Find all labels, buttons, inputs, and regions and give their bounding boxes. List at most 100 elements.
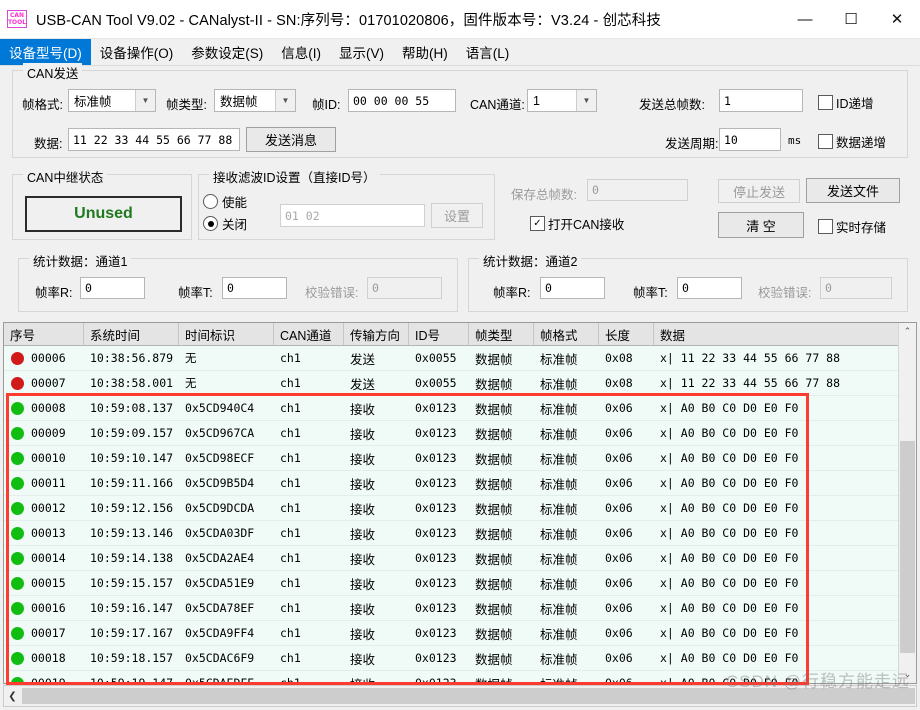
cell-ftype: 数据帧 (475, 602, 513, 617)
cell-time: 10:59:16.147 (90, 601, 174, 615)
saved-frames-input: 0 (587, 179, 688, 201)
send-file-button[interactable]: 发送文件 (806, 178, 900, 203)
table-header-8[interactable]: 长度 (599, 323, 654, 345)
cell-ch: ch1 (280, 501, 301, 515)
table-row[interactable]: 00014 10:59:14.138 0x5CDA2AE4 ch1 接收 0x0123 数据… (4, 546, 916, 571)
cell-len: 0x06 (605, 426, 633, 440)
realtime-store-label: 实时存储 (836, 221, 887, 235)
cell-id: 0x0123 (415, 601, 457, 615)
table-header-1[interactable]: 系统时间 (84, 323, 179, 345)
cell-fformat: 标准帧 (540, 602, 578, 617)
can-channel-label: CAN通道: (470, 98, 525, 112)
table-header-0[interactable]: 序号 (4, 323, 84, 345)
chevron-down-icon[interactable]: ▼ (275, 90, 295, 111)
minimize-button[interactable]: — (782, 0, 828, 38)
table-row[interactable]: 00010 10:59:10.147 0x5CD98ECF ch1 接收 0x0123 数据… (4, 446, 916, 471)
table-row[interactable]: 00013 10:59:13.146 0x5CDA03DF ch1 接收 0x0123 数据… (4, 521, 916, 546)
table-header-4[interactable]: 传输方向 (344, 323, 409, 345)
frame-id-input[interactable]: 00 00 00 55 (348, 89, 456, 112)
cell-ftype: 数据帧 (475, 402, 513, 417)
table-header-3[interactable]: CAN通道 (274, 323, 344, 345)
filter-disable-radio[interactable]: 关闭 (203, 214, 247, 233)
send-message-button[interactable]: 发送消息 (246, 127, 336, 152)
menu-item-device-model[interactable]: 设备型号(D) (0, 39, 91, 65)
cell-len: 0x08 (605, 351, 633, 365)
ch2-check-error-value: 0 (820, 277, 892, 299)
data-increment-checkbox[interactable]: 数据递增 (818, 132, 886, 151)
message-table[interactable]: 序号 系统时间 时间标识 CAN通道 传输方向 ID号 帧类型 帧格式 长度 数据 00006 10… (3, 322, 917, 684)
receive-status-dot-icon (11, 426, 24, 440)
cell-fformat: 标准帧 (540, 652, 578, 667)
menu-item-help[interactable]: 帮助(H) (393, 39, 457, 65)
cell-ftype: 数据帧 (469, 671, 534, 684)
table-row[interactable]: 00009 10:59:09.157 0x5CD967CA ch1 接收 0x0123 数据… (4, 421, 916, 446)
close-button[interactable]: ✕ (874, 0, 920, 38)
table-row[interactable]: 00006 10:38:56.879 无 ch1 发送 0x0055 数据帧 标准帧 0x08 x… (4, 346, 916, 371)
cell-index: 00006 (31, 351, 66, 365)
table-header-9[interactable]: 数据 (654, 323, 899, 345)
filter-set-button[interactable]: 设置 (431, 203, 483, 228)
open-can-receive-checkbox[interactable]: ✓ 打开CAN接收 (530, 214, 624, 233)
stats-channel2-legend: 统计数据：通道2 (479, 251, 582, 270)
can-channel-combo[interactable]: 1 ▼ (527, 89, 597, 112)
menu-item-language[interactable]: 语言(L) (457, 39, 519, 65)
frame-format-combo[interactable]: 标准帧 ▼ (68, 89, 156, 112)
cell-len: 0x06 (605, 676, 633, 684)
radio-circle (203, 194, 218, 209)
frame-type-label: 帧类型: (166, 98, 207, 112)
cell-dir: 发送 (350, 352, 376, 367)
vertical-scrollbar[interactable]: ⌃ ⌄ (898, 323, 916, 683)
frame-type-combo[interactable]: 数据帧 ▼ (214, 89, 296, 112)
table-row[interactable]: 00012 10:59:12.156 0x5CD9DCDA ch1 接收 0x0123 数据… (4, 496, 916, 521)
cell-ftype: 数据帧 (475, 652, 513, 667)
table-body[interactable]: 00006 10:38:56.879 无 ch1 发送 0x0055 数据帧 标准帧 0x08 x… (4, 346, 916, 684)
vertical-scroll-thumb[interactable] (900, 441, 915, 653)
stop-send-button[interactable]: 停止发送 (718, 179, 800, 203)
table-row[interactable]: 00015 10:59:15.157 0x5CDA51E9 ch1 接收 0x0123 数据… (4, 571, 916, 596)
id-increment-checkbox[interactable]: ID递增 (818, 93, 874, 112)
cell-index: 00010 (31, 451, 66, 465)
chevron-down-icon[interactable]: ▼ (576, 90, 596, 111)
cell-len: 0x06 (605, 626, 633, 640)
filter-enable-radio[interactable]: 使能 (203, 192, 247, 211)
cell-data: x| 11 22 33 44 55 66 77 88 (660, 376, 841, 390)
cell-data: x| A0 B0 C0 D0 E0 F0 (660, 601, 799, 615)
cell-stamp: 0x5CD940C4 (185, 401, 255, 415)
table-row[interactable]: 00007 10:38:58.001 无 ch1 发送 0x0055 数据帧 标准帧 0x08 x… (4, 371, 916, 396)
chevron-down-icon[interactable]: ▼ (135, 90, 155, 111)
table-header-6[interactable]: 帧类型 (469, 323, 534, 345)
cell-dir: 接收 (350, 477, 376, 492)
cell-dir: 接收 (344, 671, 409, 684)
clear-button[interactable]: 清 空 (718, 212, 804, 238)
table-row[interactable]: 00016 10:59:16.147 0x5CDA78EF ch1 接收 0x0123 数据… (4, 596, 916, 621)
table-row[interactable]: 00011 10:59:11.166 0x5CD9B5D4 ch1 接收 0x0123 数据… (4, 471, 916, 496)
send-period-input[interactable]: 10 (719, 128, 781, 151)
table-header-2[interactable]: 时间标识 (179, 323, 274, 345)
filter-id-input[interactable]: 01 02 (280, 204, 425, 227)
table-row[interactable]: 00008 10:59:08.137 0x5CD940C4 ch1 接收 0x0123 数据… (4, 396, 916, 421)
table-header-5[interactable]: ID号 (409, 323, 469, 345)
table-header-7[interactable]: 帧格式 (534, 323, 599, 345)
can-tool-icon: CAN TOOL (7, 10, 27, 28)
cell-fformat: 标准帧 (540, 427, 578, 442)
menu-item-display[interactable]: 显示(V) (330, 39, 393, 65)
maximize-button[interactable]: ☐ (828, 0, 874, 38)
cell-dir: 接收 (350, 652, 376, 667)
checkbox-box (818, 134, 833, 149)
menu-item-parameter-setting[interactable]: 参数设定(S) (182, 39, 272, 65)
receive-status-dot-icon (11, 501, 24, 515)
cell-fformat: 标准帧 (540, 477, 578, 492)
cell-id: 0x0123 (415, 401, 457, 415)
total-frames-input[interactable]: 1 (719, 89, 803, 112)
scroll-up-arrow-icon[interactable]: ⌃ (899, 323, 916, 340)
menu-item-device-operation[interactable]: 设备操作(O) (91, 39, 183, 65)
cell-time: 10:59:19.147 (90, 676, 174, 684)
table-row[interactable]: 00017 10:59:17.167 0x5CDA9FF4 ch1 接收 0x0123 数据… (4, 621, 916, 646)
cell-fformat: 标准帧 (540, 452, 578, 467)
data-input[interactable]: 11 22 33 44 55 66 77 88 (68, 128, 240, 151)
menu-item-info[interactable]: 信息(I) (272, 39, 330, 65)
scroll-left-arrow-icon[interactable]: ❮ (4, 686, 21, 706)
realtime-store-checkbox[interactable]: 实时存储 (818, 217, 886, 236)
cell-ch: ch1 (280, 476, 301, 490)
receive-status-dot-icon (11, 401, 24, 415)
